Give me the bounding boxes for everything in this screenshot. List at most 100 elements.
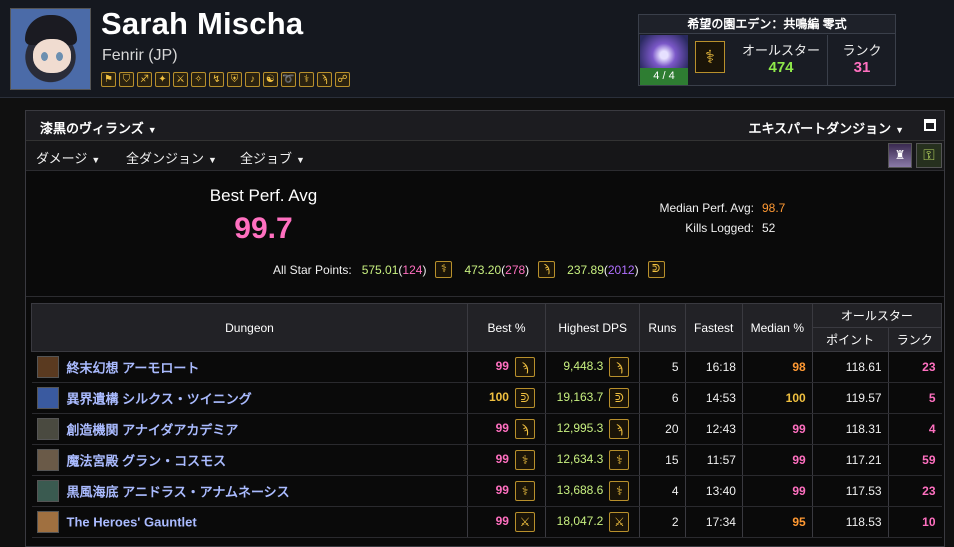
table-row[interactable]: 創造機関 アナイダアカデミア 99 ϡ 12,995.3 ϡ 20 12:43 99 118.3… [31, 413, 942, 445]
fastest-cell: 17:34 [684, 506, 743, 538]
difficulty-dropdown[interactable]: エキスパートダンジョン ▼ [748, 118, 904, 137]
job-icon[interactable]: ⚔ [173, 72, 188, 87]
job-icon: ϡ [514, 419, 535, 439]
allstar-points-list: 575.01 (124) ⚕ 473.20 (278) ϡ 237.89 (2012) ᕲ [352, 261, 667, 278]
best-cell: 100 ᕲ [467, 382, 546, 414]
job-filter-dropdown[interactable]: 全ジョブ ▼ [240, 148, 305, 167]
job-icon: ⚕ [514, 450, 535, 470]
col-runs[interactable]: Runs [639, 303, 686, 352]
points-cell: 117.21 [811, 444, 889, 476]
col-dps[interactable]: Highest DPS [544, 303, 641, 352]
median-cell: 99 [741, 475, 813, 507]
fastest-cell: 14:53 [684, 382, 743, 414]
median-cell: 99 [741, 413, 813, 445]
job-filter-label: 全ジョブ [240, 151, 293, 166]
raid-rank-label: ランク [842, 43, 882, 58]
chevron-down-icon: ▼ [147, 125, 157, 135]
best-perf-label: Best Perf. Avg [209, 186, 318, 205]
rank-cell: 59 [887, 444, 942, 476]
job-icon: ϡ [609, 419, 630, 439]
highest-dps: 13,688.6 [556, 483, 604, 498]
filter-bar: ダメージ ▼ 全ダンジョン ▼ 全ジョブ ▼ ♜ ⚿ [26, 141, 944, 171]
best-perf-value: 99.7 [234, 212, 293, 245]
raid-allstar-value: 474 [768, 59, 794, 76]
fastest-cell: 13:40 [684, 475, 743, 507]
job-icon: ᕲ [647, 261, 665, 278]
fastest-cell: 12:43 [684, 413, 743, 445]
runs-cell: 6 [639, 382, 685, 414]
dungeon-name-link[interactable]: 創造機関 アナイダアカデミア [67, 423, 239, 438]
table-row[interactable]: 魔法宮殿 グラン・コスモス 99 ⚕ 12,634.3 ⚕ 15 11:57 99 117.21… [31, 444, 942, 476]
dungeon-name-link[interactable]: The Heroes' Gauntlet [67, 515, 197, 530]
allstar-points-item: 237.89 (2012) ᕲ [557, 261, 665, 278]
col-rank[interactable]: ランク [887, 327, 943, 352]
maximize-icon[interactable] [924, 119, 936, 131]
dungeon-filter-dropdown[interactable]: 全ダンジョン ▼ [126, 148, 217, 167]
dungeon-cell: 異界遺構 シルクス・ツイニング [31, 382, 468, 414]
job-icon[interactable]: ⚕ [299, 72, 314, 87]
highest-dps: 19,163.7 [556, 390, 604, 405]
paren: ) [634, 262, 639, 277]
job-icon[interactable]: ✦ [155, 72, 170, 87]
job-icon[interactable]: ⛉ [119, 72, 134, 87]
job-icon[interactable]: ☍ [335, 72, 350, 87]
col-points[interactable]: ポイント [811, 327, 889, 352]
job-icon[interactable]: ⛨ [227, 72, 242, 87]
paren: ) [525, 262, 530, 277]
raid-view-icon[interactable]: ♜ [888, 143, 912, 168]
col-dungeon[interactable]: Dungeon [30, 303, 469, 352]
dps-cell: 9,448.3 ϡ [544, 351, 640, 383]
median-cell: 100 [741, 382, 813, 414]
runs-cell: 15 [639, 444, 685, 476]
median-percent: 99 [792, 453, 806, 467]
metric-dropdown[interactable]: ダメージ ▼ [36, 148, 100, 167]
job-icon: ⚕ [609, 450, 630, 470]
col-fastest[interactable]: Fastest [684, 303, 743, 352]
dungeon-name-link[interactable]: 異界遺構 シルクス・ツイニング [67, 392, 252, 407]
fastest-cell: 11:57 [684, 444, 743, 476]
raid-thumbnail-icon[interactable]: 4 / 4 [640, 35, 688, 85]
zone-dropdown[interactable]: 漆黒のヴィランズ ▼ [40, 118, 157, 137]
raid-rank-value: 31 [853, 59, 871, 76]
dungeon-cell: The Heroes' Gauntlet [31, 506, 468, 538]
col-median[interactable]: Median % [741, 303, 813, 352]
table-row[interactable]: 黒風海底 アニドラス・アナムネーシス 99 ⚕ 13,688.6 ⚕ 4 13:40 99 11… [31, 475, 942, 507]
key-icon[interactable]: ⚿ [916, 143, 942, 168]
best-percent: 99 [495, 514, 509, 529]
table-row[interactable]: The Heroes' Gauntlet 99 ⚔ 18,047.2 ⚔ 2 17:34 95… [31, 506, 942, 538]
job-icon[interactable]: ♐ [137, 72, 152, 87]
dps-cell: 18,047.2 ⚔ [544, 506, 640, 538]
table-row[interactable]: 異界遺構 シルクス・ツイニング 100 ᕲ 19,163.7 ᕲ 6 14:53 100 119… [31, 382, 942, 414]
col-best[interactable]: Best % [467, 303, 546, 352]
allstar-points-label: All Star Points: [273, 262, 352, 277]
table-row[interactable]: 終末幻想 アーモロート 99 ϡ 9,448.3 ϡ 5 16:18 98 118.61 23 [31, 351, 942, 383]
allstar-points-value: 473.20 [464, 262, 502, 277]
best-percent: 99 [495, 359, 509, 374]
job-icon[interactable]: ♪ [245, 72, 260, 87]
job-icon[interactable]: ☯ [263, 72, 278, 87]
points-cell: 118.53 [811, 506, 889, 538]
dungeon-thumbnail-icon [36, 418, 59, 440]
job-icon[interactable]: ↯ [209, 72, 224, 87]
fastest-cell: 16:18 [684, 351, 743, 383]
allstar-points-rank: 124 [402, 262, 423, 277]
job-icon[interactable]: ⚑ [101, 72, 116, 87]
best-cell: 99 ⚔ [467, 506, 546, 538]
best-percent: 99 [495, 452, 509, 467]
job-icon: ⚔ [609, 512, 630, 532]
dps-cell: 12,634.3 ⚕ [544, 444, 640, 476]
median-cell: 99 [741, 444, 813, 476]
allstar-points-rank: 2012 [607, 262, 635, 277]
character-portrait [10, 8, 91, 90]
job-icon: ᕲ [514, 388, 535, 408]
job-icon: ⚔ [514, 512, 535, 532]
rank-cell: 5 [887, 382, 942, 414]
dungeon-filter-label: 全ダンジョン [126, 151, 205, 166]
job-icon[interactable]: ➰ [281, 72, 296, 87]
best-cell: 99 ϡ [467, 413, 546, 445]
job-icon[interactable]: ✧ [191, 72, 206, 87]
dungeon-name-link[interactable]: 黒風海底 アニドラス・アナムネーシス [67, 485, 290, 500]
job-icon[interactable]: ϡ [317, 72, 332, 87]
dungeon-name-link[interactable]: 終末幻想 アーモロート [67, 361, 200, 376]
dungeon-name-link[interactable]: 魔法宮殿 グラン・コスモス [67, 454, 227, 469]
